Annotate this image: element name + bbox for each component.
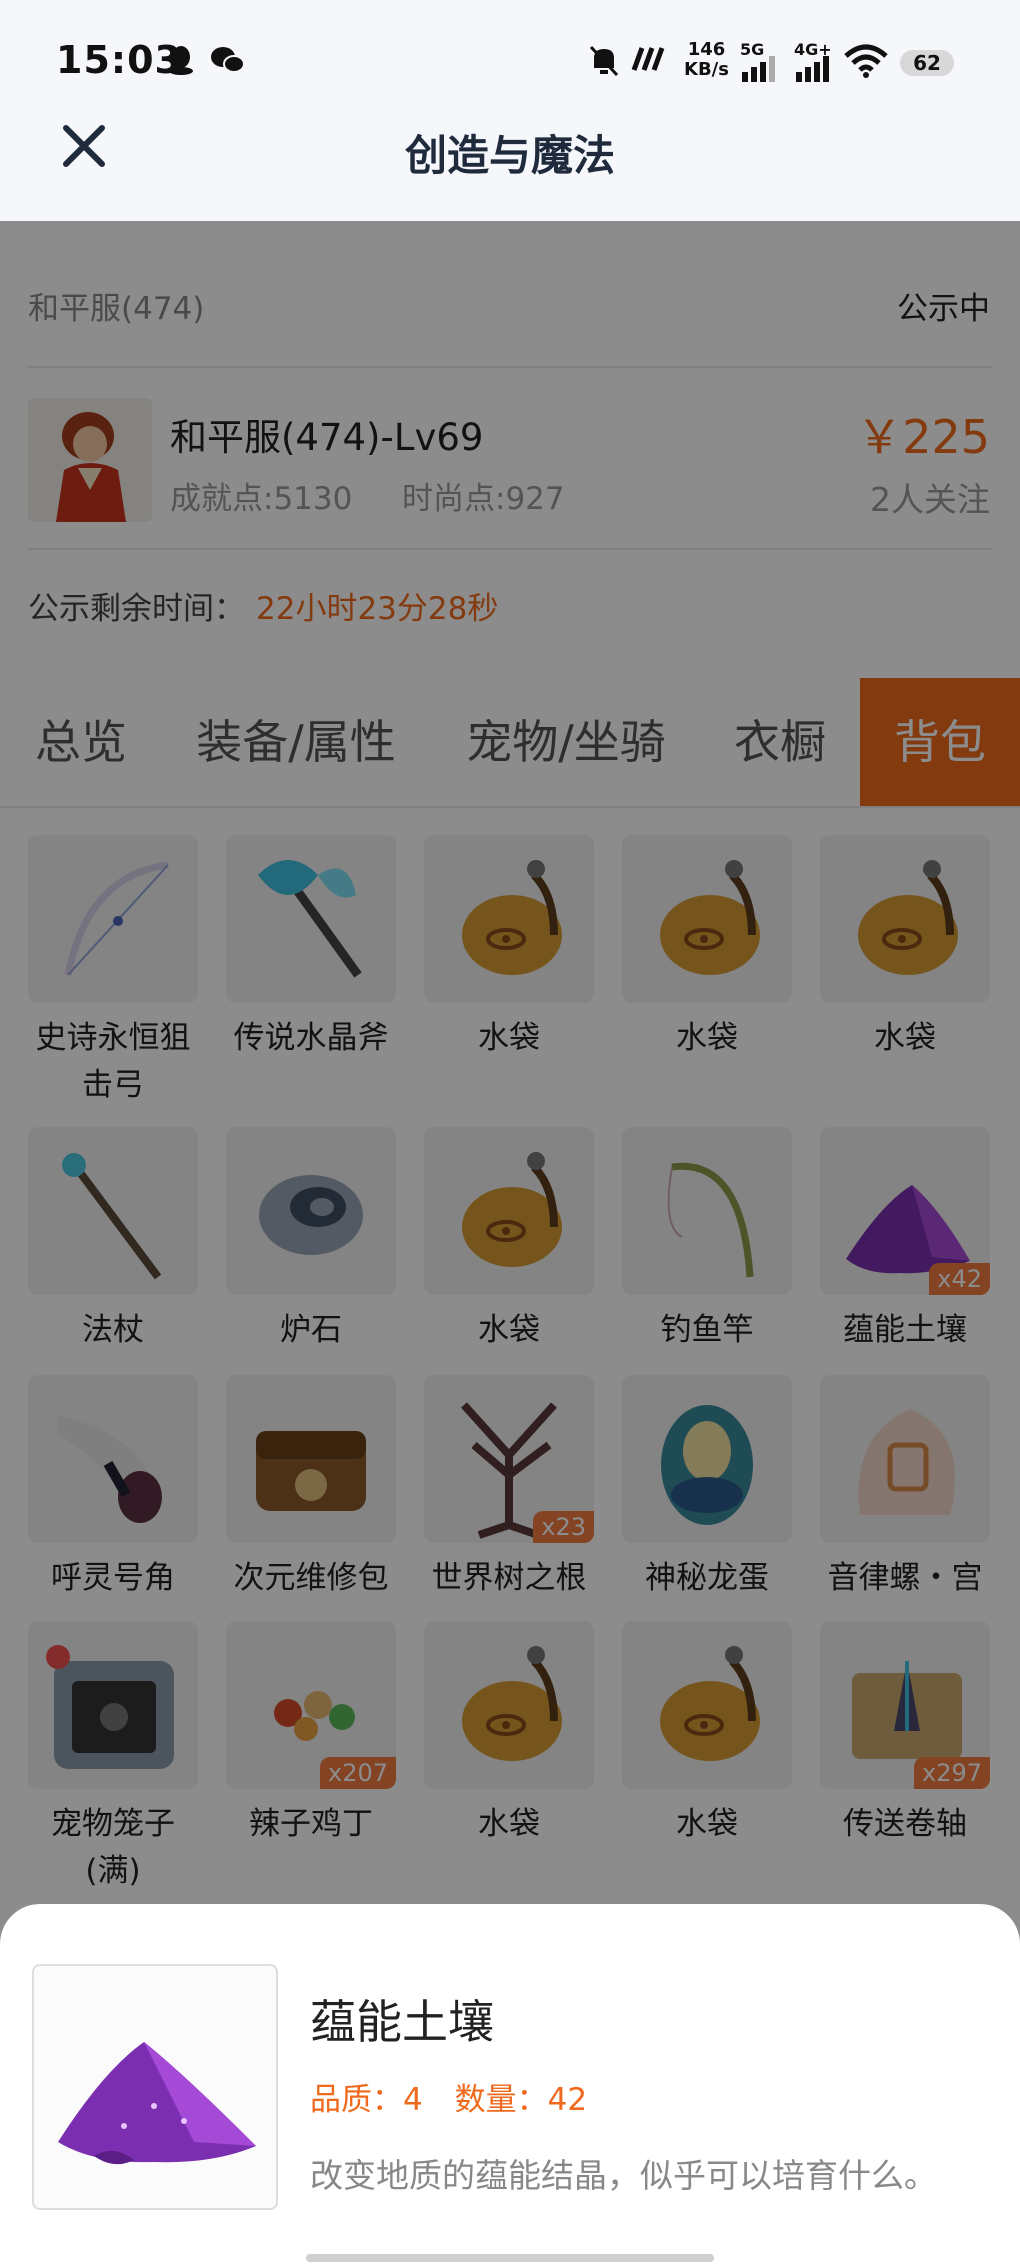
item-quantity: 数量：42 [454, 2082, 588, 2118]
top-bar: 15:03 146 KB/s 5G 4G+ 62 创造与魔法 [0, 0, 1020, 221]
home-indicator[interactable] [306, 2254, 714, 2262]
mute-bell-icon [588, 44, 620, 84]
signal-icon [742, 56, 778, 88]
page-title: 创造与魔法 [404, 131, 615, 180]
item-detail-image [32, 1964, 278, 2210]
status-time: 15:03 [56, 38, 182, 82]
wifi-icon [844, 44, 888, 84]
item-detail-name: 蕴能土壤 [310, 1995, 494, 2049]
purple-soil-icon [58, 2042, 256, 2165]
signal-icon-2 [796, 56, 832, 88]
item-quality: 品质：4 [310, 2082, 423, 2118]
item-description: 改变地质的蕴能结晶，似乎可以培育什么。 [310, 2156, 937, 2195]
item-detail-meta: 品质：4 数量：42 [310, 2074, 609, 2119]
battery-indicator: 62 [900, 50, 954, 76]
wechat-icon [210, 44, 246, 82]
qq-icon [166, 44, 196, 82]
nfc-icon [630, 44, 670, 80]
item-detail-sheet: 蕴能土壤 品质：4 数量：42 改变地质的蕴能结晶，似乎可以培育什么。 [0, 1904, 1020, 2267]
network-speed: 146 KB/s [684, 39, 729, 80]
status-bar: 15:03 146 KB/s 5G 4G+ 62 [0, 0, 1020, 120]
